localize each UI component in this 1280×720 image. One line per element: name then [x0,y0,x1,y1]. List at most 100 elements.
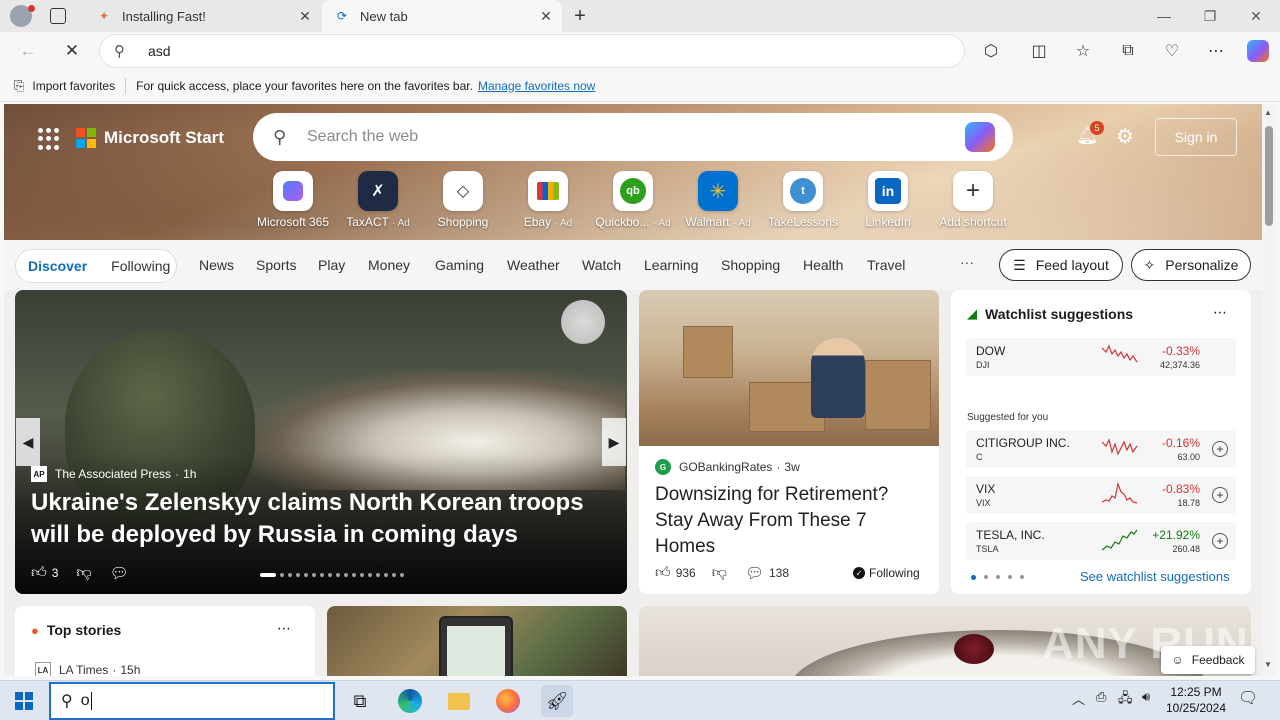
close-window-button[interactable]: ✕ [1233,0,1279,32]
extensions-icon[interactable]: ⬡ [975,35,1007,67]
shortcut-linkedin[interactable]: in LinkedIn [846,171,930,229]
shortcut-takelessons[interactable]: t TakeLessons [761,171,845,229]
main-story-card[interactable]: ◀ ▶ AP The Associated Press · 1h Ukraine… [15,290,627,594]
stop-loading-button[interactable]: ✕ [56,35,88,67]
close-tab-icon[interactable]: ✕ [538,8,554,24]
dislike-icon[interactable]: 👎︎ [712,564,727,582]
shortcut-microsoft-365[interactable]: Microsoft 365 [251,171,335,229]
watchlist-row[interactable]: VIX VIX -0.83% 18.78 + [966,476,1236,514]
taskbar-search-box[interactable]: ⚲ o [49,682,335,720]
carousel-next-button[interactable]: ▶ [602,418,626,466]
watchlist-row[interactable]: CITIGROUP INC. C -0.16% 63.00 + [966,430,1236,468]
clock[interactable]: 12:25 PM 10/25/2024 [1157,684,1235,716]
collections-icon[interactable]: ⧉ [1112,35,1144,67]
close-tab-icon[interactable]: ✕ [297,8,313,24]
sign-in-button[interactable]: Sign in [1155,118,1237,156]
scrollbar-thumb[interactable] [1265,126,1273,226]
like-icon[interactable]: 👍︎ [31,564,47,582]
category-money[interactable]: Money [368,257,410,273]
category-news[interactable]: News [199,257,234,273]
address-bar[interactable]: ⚲ asd [100,35,964,67]
category-weather[interactable]: Weather [507,257,560,273]
dislike-icon[interactable]: 👎︎ [76,564,91,582]
story-source[interactable]: AP The Associated Press · 1h [31,466,196,482]
tab-discover[interactable]: Discover [16,258,99,274]
category-travel[interactable]: Travel [867,257,905,273]
app-launcher-icon[interactable] [38,128,60,150]
firefox-icon[interactable] [492,685,524,717]
browser-essentials-icon[interactable]: ♡ [1156,35,1188,67]
top-stories-more-icon[interactable]: ⋯ [277,620,291,637]
gear-icon[interactable]: ⚙ [1116,124,1140,148]
address-value[interactable]: asd [148,43,171,59]
tab-following[interactable]: Following [99,258,182,274]
volume-icon[interactable]: 🔊︎ [1142,689,1150,705]
restore-button[interactable]: ❐ [1187,0,1233,32]
story-source[interactable]: LA LA Times · 15h [35,662,140,676]
second-story-title[interactable]: Downsizing for Retirement? Stay Away Fro… [655,482,925,560]
second-story-card[interactable]: G GOBankingRates · 3w Downsizing for Ret… [639,290,939,594]
microsoft-start-logo[interactable]: Microsoft Start [76,128,224,148]
feed-layout-button[interactable]: ☰ Feed layout [999,249,1123,281]
manage-favorites-link[interactable]: Manage favorites now [478,79,595,93]
settings-more-icon[interactable]: ⋯ [1200,35,1232,67]
shortcut-taxact[interactable]: ✗ TaxACT · Ad [336,171,420,229]
file-explorer-icon[interactable] [443,685,475,717]
see-watchlist-link[interactable]: See watchlist suggestions [1080,569,1230,584]
split-screen-icon[interactable]: ◫ [1023,35,1055,67]
shortcut-add[interactable]: + Add shortcut [931,171,1015,229]
category-learning[interactable]: Learning [644,257,699,273]
watchlist-row[interactable]: DOW DJI -0.33% 42,374.36 [966,338,1236,376]
category-play[interactable]: Play [318,257,345,273]
taskbar-search-value[interactable]: o [81,692,90,710]
notifications-icon[interactable]: 🗨︎ [1238,688,1258,708]
device-icon[interactable]: ⎙ [1096,689,1106,705]
page-scrollbar[interactable]: ▲ ▼ [1262,104,1276,676]
shortcut-quickbooks[interactable]: qb Quickbo... · Ad [591,171,675,229]
shortcut-shopping[interactable]: ◇ Shopping [421,171,505,229]
watchlist-row[interactable]: TESLA, INC. TSLA +21.92% 260.48 + [966,522,1236,560]
web-search-box[interactable]: ⚲ Search the web [253,113,1013,161]
personalize-button[interactable]: ✧ Personalize [1131,249,1251,281]
scroll-down-icon[interactable]: ▼ [1264,660,1272,669]
category-health[interactable]: Health [803,257,843,273]
start-button[interactable] [0,681,48,720]
show-hidden-icons[interactable]: ︿ [1072,689,1085,708]
task-view-icon[interactable]: ⧉ [344,685,376,717]
shortcut-walmart[interactable]: ✳ Walmart · Ad [676,171,760,229]
carousel-prev-button[interactable]: ◀ [16,418,40,466]
tab-installing[interactable]: ✦ Installing Fast! ✕ [84,0,321,32]
edge-icon[interactable] [394,685,426,717]
category-watch[interactable]: Watch [582,257,621,273]
watchlist-more-icon[interactable]: ⋯ [1213,304,1227,321]
new-tab-button[interactable]: + [568,4,592,28]
search-placeholder[interactable]: Search the web [307,128,965,146]
story-source[interactable]: G GOBankingRates · 3w [655,459,800,475]
tab-actions-icon[interactable] [50,8,66,24]
installer-app-icon[interactable]: 🚀︎ [541,685,573,717]
category-gaming[interactable]: Gaming [435,257,484,273]
copilot-icon[interactable] [965,122,995,152]
category-shopping[interactable]: Shopping [721,257,780,273]
add-to-watchlist-button[interactable]: + [1212,487,1228,503]
shortcut-ebay[interactable]: Ebay · Ad [506,171,590,229]
import-favorites-button[interactable]: ⎘ Import favorites [14,78,115,94]
comment-icon[interactable]: 💬︎ [745,564,764,582]
more-categories-button[interactable]: ··· [960,254,974,270]
tab-new-tab[interactable]: ⟳ New tab ✕ [322,0,562,32]
back-button[interactable]: ← [12,35,44,67]
network-icon[interactable]: 🖧︎ [1118,689,1133,711]
add-to-watchlist-button[interactable]: + [1212,533,1228,549]
comment-icon[interactable]: 💬︎ [110,564,129,582]
feedback-button[interactable]: ☺ Feedback [1161,646,1255,674]
copilot-icon[interactable] [1242,35,1274,67]
category-sports[interactable]: Sports [256,257,296,273]
favorites-star-icon[interactable]: ☆ [1067,35,1099,67]
story-image-handheld-device[interactable] [327,606,627,676]
following-indicator[interactable]: ✓ Following [853,566,920,580]
scroll-up-icon[interactable]: ▲ [1264,108,1272,117]
minimize-button[interactable]: — [1141,0,1187,32]
main-story-title[interactable]: Ukraine's Zelenskyy claims North Korean … [31,487,611,551]
add-to-watchlist-button[interactable]: + [1212,441,1228,457]
like-icon[interactable]: 👍︎ [655,564,671,582]
